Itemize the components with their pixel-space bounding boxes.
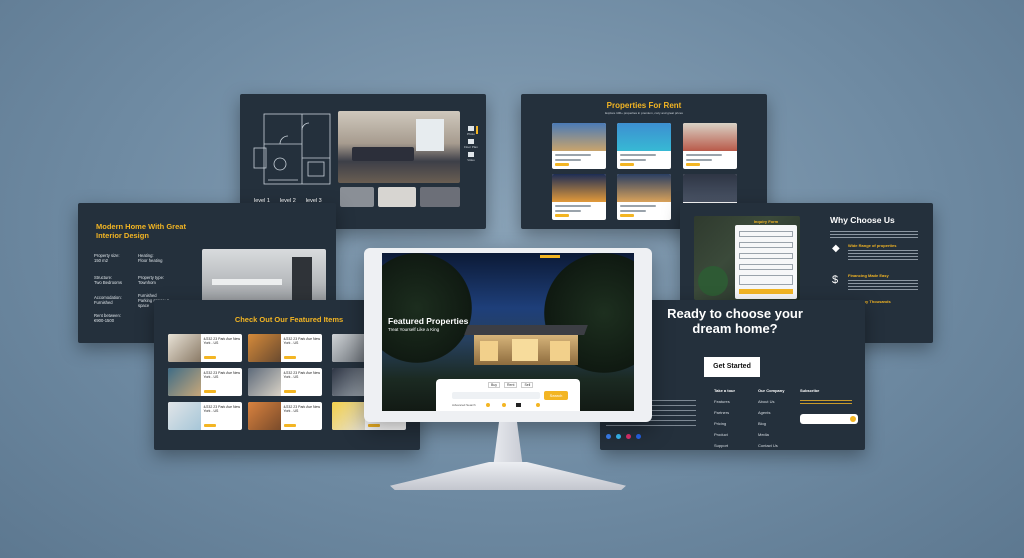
- diamond-icon: ◆: [832, 243, 840, 254]
- rent-card[interactable]: [683, 123, 737, 169]
- search-box: Buy Rent Sell Search Advanced Search: [436, 379, 580, 411]
- form-field[interactable]: [739, 242, 793, 248]
- tab-buy[interactable]: Buy: [488, 382, 501, 388]
- monitor: Featured Properties Treat Yourself Like …: [364, 248, 652, 422]
- monitor-neck: [493, 422, 523, 468]
- cta-title: Ready to choose your dream home?: [667, 306, 803, 336]
- featured-item-card[interactable]: 4/232 23 Park Ave New York - US: [168, 334, 242, 362]
- form-field[interactable]: [739, 264, 793, 270]
- filter-icon[interactable]: [486, 403, 490, 407]
- inquiry-form: Inquiry Form: [735, 219, 797, 299]
- form-field[interactable]: [739, 253, 793, 259]
- hero-subtitle: Treat Yourself Like a King: [388, 327, 440, 332]
- why-title: Why Choose Us: [830, 215, 895, 225]
- search-input[interactable]: [452, 392, 540, 399]
- rent-subtitle: Explore 100+ properties in premium, cozy…: [605, 111, 683, 115]
- filter-icon[interactable]: [516, 403, 521, 407]
- subscribe-text: [800, 400, 852, 406]
- floorplan-drawing: [253, 113, 331, 185]
- yellow-indicator: [476, 126, 478, 134]
- thumb-3[interactable]: [420, 187, 460, 207]
- thumb-1[interactable]: [340, 187, 374, 207]
- filter-icon[interactable]: [502, 403, 506, 407]
- footer-col-subscribe: Subscribe: [800, 388, 820, 393]
- rent-card[interactable]: [617, 123, 671, 169]
- footer-link[interactable]: Contact Us: [758, 443, 784, 448]
- footer-link[interactable]: Pricing: [714, 421, 735, 426]
- featured-item-card[interactable]: 4/232 23 Park Ave New York - US: [248, 334, 322, 362]
- search-tabs: Buy Rent Sell: [488, 382, 534, 388]
- photo-icon[interactable]: [468, 126, 474, 131]
- get-started-button[interactable]: Get Started: [704, 357, 760, 377]
- footer-link[interactable]: About Us: [758, 399, 784, 404]
- modern-title: Modern Home With Great Interior Design: [96, 222, 186, 240]
- footer-link[interactable]: Features: [714, 399, 735, 404]
- subscribe-send-icon[interactable]: [850, 416, 856, 422]
- form-field[interactable]: [739, 231, 793, 237]
- instagram-icon[interactable]: [626, 434, 631, 439]
- linkedin-icon[interactable]: [636, 434, 641, 439]
- social-icons: [606, 434, 641, 439]
- featured-item-card[interactable]: 4/232 23 Park Ave New York - US: [168, 402, 242, 430]
- twitter-icon[interactable]: [616, 434, 621, 439]
- monitor-base: [390, 462, 626, 490]
- footer-col-tour: Take a tour Features Partners Pricing Pr…: [714, 388, 736, 448]
- rent-card[interactable]: [552, 123, 606, 169]
- filter-icon[interactable]: [536, 403, 540, 407]
- facebook-icon[interactable]: [606, 434, 611, 439]
- subscribe-input[interactable]: [800, 414, 858, 424]
- footer-link[interactable]: Blog: [758, 421, 784, 426]
- footer-link[interactable]: Partners: [714, 410, 735, 415]
- tab-sell[interactable]: Sell: [521, 382, 534, 388]
- hero-title: Featured Properties: [388, 316, 469, 326]
- thumb-2[interactable]: [378, 187, 416, 207]
- featured-item-card[interactable]: 4/232 23 Park Ave New York - US: [168, 368, 242, 396]
- footer-link[interactable]: Product: [714, 432, 735, 437]
- rent-card[interactable]: [617, 174, 671, 220]
- featured-item-card[interactable]: 4/232 23 Park Ave New York - US: [248, 368, 322, 396]
- footer-col-company: Our Company About Us Agents Blog Media C…: [758, 388, 785, 448]
- monitor-screen: Featured Properties Treat Yourself Like …: [382, 253, 634, 411]
- nav-accent: [540, 255, 560, 258]
- rent-title: Properties For Rent: [606, 101, 682, 110]
- featured-item-card[interactable]: 4/232 23 Park Ave New York - US: [248, 402, 322, 430]
- advanced-search-label: Advanced Search: [452, 403, 476, 407]
- house: [464, 315, 588, 365]
- footer-link[interactable]: Media: [758, 432, 784, 437]
- why-intro: [830, 231, 918, 239]
- tab-rent[interactable]: Rent: [504, 382, 518, 388]
- trees-left: [382, 253, 472, 363]
- form-textarea[interactable]: [739, 275, 793, 285]
- search-button[interactable]: Search: [544, 391, 568, 400]
- footer-link[interactable]: Agents: [758, 410, 784, 415]
- footer-link[interactable]: Support: [714, 443, 735, 448]
- floor-plan-icon[interactable]: [468, 139, 474, 144]
- video-icon[interactable]: [468, 152, 474, 157]
- money-bag-icon: $: [832, 274, 839, 286]
- form-submit-button[interactable]: [739, 289, 793, 294]
- rent-card[interactable]: [552, 174, 606, 220]
- living-room-photo: [338, 111, 460, 183]
